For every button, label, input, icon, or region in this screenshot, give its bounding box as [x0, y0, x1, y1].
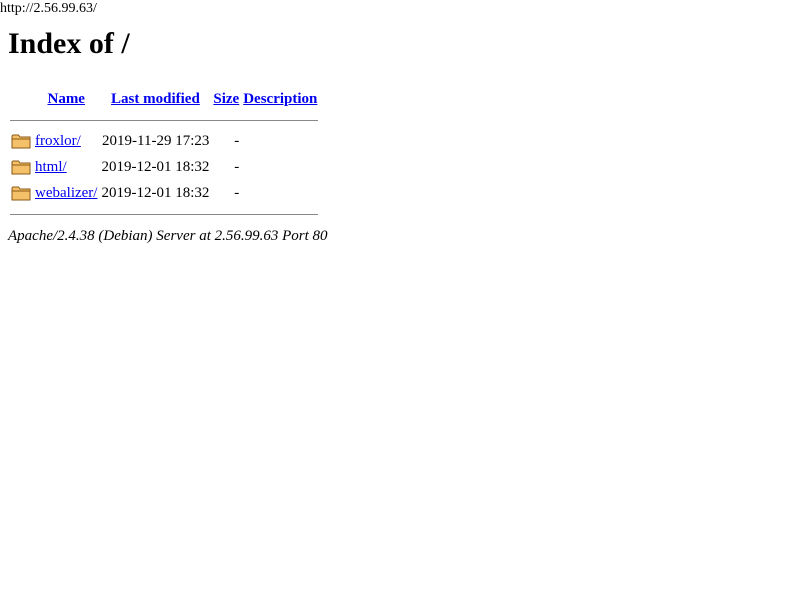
row-modified-cell: 2019-12-01 18:32	[101, 184, 210, 201]
table-row: froxlor/ 2019-11-29 17:23 -	[10, 129, 318, 153]
folder-icon	[11, 134, 31, 149]
row-icon-cell	[10, 129, 32, 153]
row-name-cell[interactable]: froxlor/	[34, 129, 98, 153]
row-description-cell	[242, 155, 318, 179]
name-column-header[interactable]: Name	[34, 87, 98, 111]
folder-icon	[11, 186, 31, 201]
sort-by-modified-link[interactable]: Last modified	[111, 91, 200, 107]
page-title: Index of /	[8, 27, 130, 60]
directory-table: Name Last modified Size Description frox…	[8, 85, 320, 223]
modified-column-header[interactable]: Last modified	[100, 87, 210, 111]
row-icon-cell	[10, 181, 32, 205]
separator-line	[10, 213, 319, 215]
folder-icon	[11, 160, 31, 175]
sort-by-size-link[interactable]: Size	[213, 91, 239, 107]
row-modified-cell: 2019-12-01 18:32	[101, 158, 210, 175]
row-description-cell	[242, 129, 318, 153]
row-name-cell[interactable]: webalizer/	[34, 181, 98, 205]
size-column-header[interactable]: Size	[212, 87, 240, 111]
sort-by-description-link[interactable]: Description	[243, 91, 317, 107]
row-size-cell: -	[234, 158, 240, 175]
table-row: webalizer/ 2019-12-01 18:32 -	[10, 181, 318, 205]
row-name-cell[interactable]: html/	[34, 155, 98, 179]
icon-column-header	[10, 87, 32, 111]
sort-by-name-link[interactable]: Name	[47, 91, 85, 107]
row-description-cell	[242, 181, 318, 205]
entry-link-webalizer[interactable]: webalizer/	[35, 185, 97, 201]
table-row: html/ 2019-12-01 18:32 -	[10, 155, 318, 179]
header-separator	[10, 113, 319, 127]
directory-listing-page: Index of / Name Last modified Size Descr…	[8, 26, 328, 245]
row-size-cell: -	[234, 132, 240, 149]
footer-separator	[10, 207, 319, 221]
url-text: http://2.56.99.63/	[0, 1, 97, 16]
description-column-header[interactable]: Description	[242, 87, 318, 111]
server-signature: Apache/2.4.38 (Debian) Server at 2.56.99…	[8, 228, 328, 244]
entry-link-froxlor[interactable]: froxlor/	[35, 133, 81, 149]
row-icon-cell	[10, 155, 32, 179]
separator-line	[10, 119, 319, 121]
entry-link-html[interactable]: html/	[35, 159, 67, 175]
row-modified-cell: 2019-11-29 17:23	[102, 132, 210, 149]
table-header-row: Name Last modified Size Description	[10, 87, 318, 111]
row-size-cell: -	[234, 184, 240, 201]
